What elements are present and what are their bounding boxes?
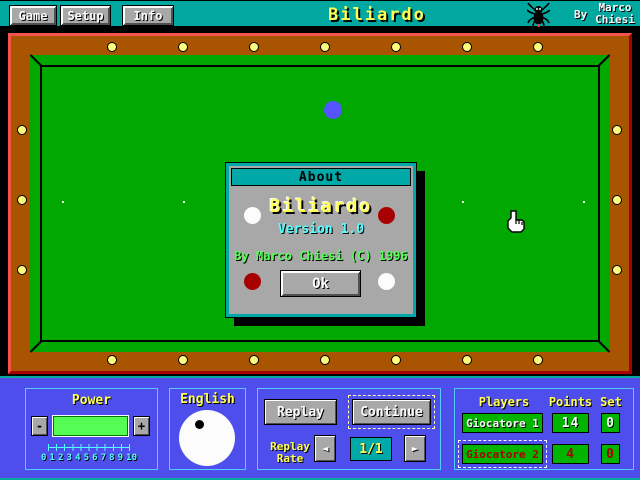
rail-diamond [249,355,259,365]
red-ball-icon [244,273,261,290]
power-scale-numbers: 0 1 2 3 4 5 6 7 8 9 10 [41,453,137,463]
tick-label: 5 [83,453,89,463]
about-dialog: About Biliardo Version 1.0 By Marco Chie… [225,162,417,318]
english-label: English [180,392,235,407]
red-ball-icon [378,207,395,224]
setup-menu-button[interactable]: Setup [60,5,111,26]
player2-points-box: 4 [552,444,589,464]
rail-diamond [462,42,472,52]
control-panel: Power - + 0 1 2 3 4 5 6 7 8 9 10 English [0,376,640,480]
player1-points-box: 14 [552,413,589,433]
replay-rate-label-line2: Rate [276,452,304,465]
tick-label: 4 [75,453,81,463]
dialog-titlebar[interactable]: About [231,168,411,186]
power-panel: Power - + 0 1 2 3 4 5 6 7 8 9 10 [25,388,158,470]
info-menu-button[interactable]: Info [122,5,174,26]
power-gauge [52,415,129,437]
rail-diamond [612,195,622,205]
rail-diamond [533,42,543,52]
game-menu-button[interactable]: Game [9,5,57,26]
power-label: Power [71,393,112,408]
biliardo-screen: Game Setup Info Biliardo By Marco Chiesi [0,0,640,480]
english-panel: English [169,388,246,470]
felt-spot [462,201,464,203]
player2-set-box: 0 [601,444,620,464]
rail-diamond [320,42,330,52]
points-header: Points [548,395,593,409]
dialog-version: Version 1.0 [277,222,365,237]
felt-spot [62,201,64,203]
app-title: Biliardo [328,5,426,25]
header-bar: Game Setup Info Biliardo By Marco Chiesi [0,0,640,27]
white-ball-icon [244,207,261,224]
rail-diamond [462,355,472,365]
felt-spot [183,201,185,203]
by-label: By [574,8,588,21]
dialog-credit: By Marco Chiesi (C) 1996 [234,249,408,263]
player1-set-box: 0 [601,413,620,433]
rail-diamond [612,125,622,135]
continue-button[interactable]: Continue [352,399,431,425]
tick-label: 2 [58,453,64,463]
spider-icon [526,2,551,31]
tick-label: 9 [117,453,124,463]
replay-panel: Replay Continue Replay Rate ◄ 1/1 ► [257,388,441,470]
players-panel: Players Points Set Giocatore 1 14 0 Gioc… [454,388,634,470]
rail-diamond [107,42,117,52]
rail-diamond [249,42,259,52]
rail-diamond [612,265,622,275]
player2-name-box: Giocatore 2 [462,444,543,464]
rail-diamond [17,195,27,205]
player1-name-box: Giocatore 1 [462,413,543,433]
rate-previous-button[interactable]: ◄ [314,435,336,462]
tick-label: 0 [41,453,47,463]
rail-diamond [533,355,543,365]
replay-button[interactable]: Replay [264,399,337,425]
cue-ball-spin-control[interactable] [179,410,235,466]
rail-diamond [107,355,117,365]
blue-ball [324,101,342,119]
hand-cursor-icon [504,210,526,239]
spin-point-indicator [195,420,204,429]
rail-diamond [17,125,27,135]
tick-label: 10 [126,453,137,463]
rail-diamond [178,42,188,52]
set-header: Set [600,395,622,409]
ok-button[interactable]: Ok [280,270,361,297]
rate-value: 1/1 [350,437,392,461]
tick-label: 8 [109,453,115,463]
rail-diamond [391,355,401,365]
author-name: Marco Chiesi [591,2,639,26]
replay-rate-label: Replay Rate [260,441,320,465]
white-ball-icon [378,273,395,290]
rail-diamond [178,355,188,365]
tick-label: 6 [92,453,98,463]
rail-diamond [391,42,401,52]
author-line2: Chiesi [595,13,635,26]
rail-diamond [320,355,330,365]
power-scale-ruler [48,444,130,451]
tick-label: 1 [49,453,55,463]
players-header: Players [478,395,530,409]
rate-next-button[interactable]: ► [404,435,426,462]
tick-label: 3 [66,453,72,463]
rail-diamond [17,265,27,275]
power-minus-button[interactable]: - [31,416,48,436]
tick-label: 7 [100,453,107,463]
power-plus-button[interactable]: + [133,416,150,436]
felt-spot [583,201,585,203]
